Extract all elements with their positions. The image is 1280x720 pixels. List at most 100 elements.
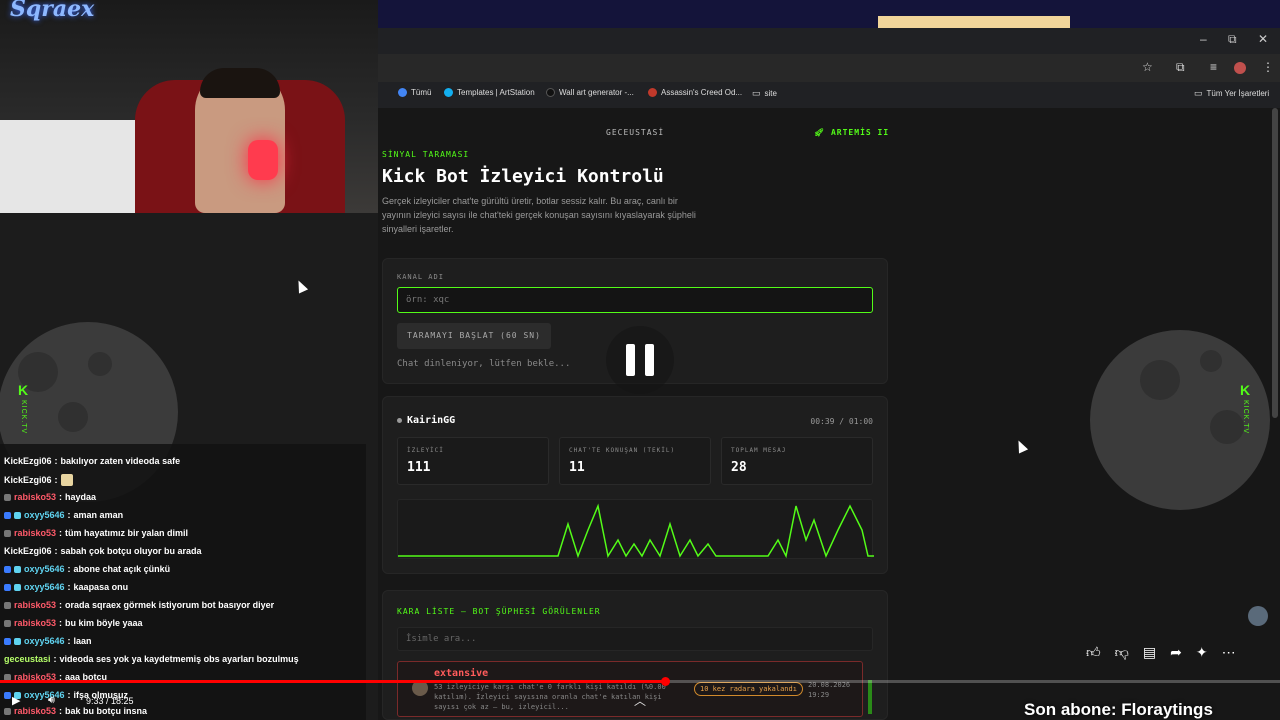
moon-crater bbox=[58, 402, 88, 432]
channel-avatar[interactable] bbox=[1248, 606, 1268, 626]
moon-crater bbox=[1200, 350, 1222, 372]
site-icon bbox=[546, 88, 555, 97]
entry-name: extansive bbox=[434, 668, 489, 679]
webcam-hair bbox=[200, 68, 280, 98]
badge-icon bbox=[4, 493, 11, 501]
bookmarks-bar: Tümü Templates | ArtStation Wall art gen… bbox=[378, 84, 1280, 106]
sparkle-icon[interactable]: ✦ bbox=[1196, 644, 1208, 661]
profile-avatar[interactable] bbox=[1234, 62, 1246, 74]
moon-crater bbox=[1140, 360, 1180, 400]
stat-messages: TOPLAM MESAJ 28 bbox=[721, 437, 873, 485]
more-icon[interactable]: ⋯ bbox=[1222, 644, 1236, 661]
start-scan-button[interactable]: TARAMAYI BAŞLAT (60 SN) bbox=[397, 323, 551, 349]
scroll-indicator bbox=[868, 680, 872, 714]
title-bar: – ⧉ ✕ bbox=[378, 28, 1280, 52]
kick-logo-icon: K bbox=[18, 382, 29, 398]
badge-icon bbox=[14, 511, 21, 519]
badge-icon bbox=[4, 619, 11, 627]
kick-tv-label: KICK.TV bbox=[20, 400, 27, 435]
activity-graph bbox=[397, 499, 874, 559]
chat-message: oxyy5646: aman aman bbox=[4, 510, 123, 520]
address-bar: ☆ ⧉ ≡ ⋮ bbox=[378, 54, 1280, 82]
live-channel: KairinGG bbox=[397, 415, 455, 426]
kick-logo-icon: K bbox=[1240, 382, 1251, 398]
volume-icon[interactable]: 🔊︎ bbox=[48, 694, 55, 707]
badge-icon bbox=[4, 601, 11, 609]
moon-crater bbox=[1210, 410, 1244, 444]
comment-icon[interactable]: ▤ bbox=[1143, 644, 1156, 661]
star-icon[interactable]: ☆ bbox=[1142, 60, 1153, 74]
site-brand[interactable]: GECEUSTASİ bbox=[606, 128, 664, 137]
badge-icon bbox=[4, 691, 11, 699]
scan-timer: 00:39 / 01:00 bbox=[810, 417, 873, 426]
channel-input[interactable]: örn: xqc bbox=[397, 287, 873, 313]
video-progress-fill bbox=[0, 680, 666, 683]
dislike-icon[interactable]: 👎︎ bbox=[1115, 644, 1129, 661]
background-strip bbox=[378, 0, 1280, 28]
chat-message: rabisko53: haydaa bbox=[4, 492, 96, 502]
pause-bar bbox=[626, 344, 635, 376]
chat-message: oxyy5646: laan bbox=[4, 636, 92, 646]
screen: Sqraex – ⧉ ✕ ☆ ⧉ ≡ ⋮ Tümü Templates | Ar… bbox=[0, 0, 1280, 720]
media-icon[interactable]: ≡ bbox=[1210, 60, 1217, 74]
radar-badge: 10 kez radara yakalandı bbox=[694, 682, 803, 696]
stat-chatters: CHAT'TE KONUŞAN (TEKİL) 11 bbox=[559, 437, 711, 485]
live-dot-icon bbox=[397, 418, 402, 423]
share-icon[interactable]: ➦ bbox=[1170, 644, 1182, 661]
webcam-microphone bbox=[248, 140, 278, 180]
badge-icon bbox=[4, 707, 11, 715]
artemis-link[interactable]: 🚀︎ ARTEMİS II bbox=[814, 128, 889, 137]
page-title: Kick Bot İzleyici Kontrolü bbox=[382, 166, 664, 187]
stat-viewers: İZLEYİCİ 111 bbox=[397, 437, 549, 485]
chevron-up-icon[interactable]: ︿ bbox=[634, 692, 646, 709]
restore-button[interactable]: ⧉ bbox=[1228, 32, 1237, 47]
folder-icon: ▭ bbox=[1194, 88, 1203, 98]
menu-icon[interactable]: ⋮ bbox=[1262, 60, 1274, 74]
pause-overlay-icon[interactable] bbox=[606, 326, 674, 394]
chat-message: oxyy5646: kaapasa onu bbox=[4, 582, 128, 592]
close-button[interactable]: ✕ bbox=[1258, 32, 1268, 46]
background-light bbox=[878, 16, 1070, 28]
bookmark-artstation[interactable]: Templates | ArtStation bbox=[444, 88, 535, 97]
minimize-button[interactable]: – bbox=[1200, 32, 1207, 46]
chat-message: KickEzgi06: sabah çok botçu oluyor bu ara… bbox=[4, 546, 202, 556]
channel-logo: Sqraex bbox=[10, 0, 95, 22]
badge-icon bbox=[14, 583, 21, 591]
bookmark-wall-art[interactable]: Wall art generator -... bbox=[546, 88, 634, 97]
chat-message: rabisko53: bu kim böyle yaaa bbox=[4, 618, 143, 628]
blacklist-title: KARA LİSTE — BOT ŞÜPHESİ GÖRÜLENLER bbox=[397, 607, 601, 616]
live-stats-card: KairinGG 00:39 / 01:00 İZLEYİCİ 111 CHAT'… bbox=[382, 396, 888, 574]
play-icon[interactable]: ▶ bbox=[12, 694, 20, 707]
page-scrollbar[interactable] bbox=[1272, 108, 1278, 418]
video-actions: 👍︎ 👎︎ ▤ ➦ ✦ ⋯ bbox=[1086, 644, 1236, 661]
badge-icon bbox=[4, 583, 11, 591]
scan-status: Chat dinleniyor, lütfen bekle... bbox=[397, 359, 571, 369]
bookmark-assassins-creed[interactable]: Assassin's Creed Od... bbox=[648, 88, 742, 97]
blacklist-entry[interactable]: extansive 53 izleyiciye karşı chat'e 0 f… bbox=[397, 661, 863, 717]
activity-sparkline bbox=[398, 503, 874, 559]
entry-date: 20.08.2026 19:29 bbox=[808, 681, 851, 699]
artstation-icon bbox=[444, 88, 453, 97]
extensions-icon[interactable]: ⧉ bbox=[1176, 60, 1185, 75]
kick-tv-label: KICK.TV bbox=[1242, 400, 1249, 435]
mouse-cursor-icon bbox=[293, 278, 309, 294]
all-bookmarks[interactable]: ▭ Tüm Yer İşaretleri bbox=[1194, 88, 1269, 99]
blacklist-search-input[interactable]: İsimle ara... bbox=[397, 627, 873, 651]
channel-label: KANAL ADI bbox=[397, 273, 444, 281]
bookmark-all[interactable]: Tümü bbox=[398, 88, 431, 97]
video-scrubber[interactable] bbox=[661, 677, 670, 686]
badge-icon bbox=[4, 529, 11, 537]
badge-icon bbox=[4, 511, 11, 519]
like-icon[interactable]: 👍︎ bbox=[1086, 644, 1101, 661]
pause-bar bbox=[645, 344, 654, 376]
webcam-overlay: Sqraex bbox=[0, 0, 378, 213]
badge-icon bbox=[14, 565, 21, 573]
folder-icon: ▭ bbox=[752, 88, 761, 98]
chat-message: KickEzgi06: bakılıyor zaten videoda safe bbox=[4, 456, 181, 466]
video-time: 9:33 / 18:25 bbox=[86, 696, 134, 706]
page-description: Gerçek izleyiciler chat'te gürültü üreti… bbox=[382, 196, 696, 234]
browser-window: – ⧉ ✕ ☆ ⧉ ≡ ⋮ Tümü Templates | ArtStatio… bbox=[378, 28, 1280, 108]
chat-message: oxyy5646: abone chat açık çünkü bbox=[4, 564, 170, 574]
section-eyebrow: SİNYAL TARAMASI bbox=[382, 150, 470, 159]
bookmark-site[interactable]: ▭ site bbox=[752, 88, 777, 99]
